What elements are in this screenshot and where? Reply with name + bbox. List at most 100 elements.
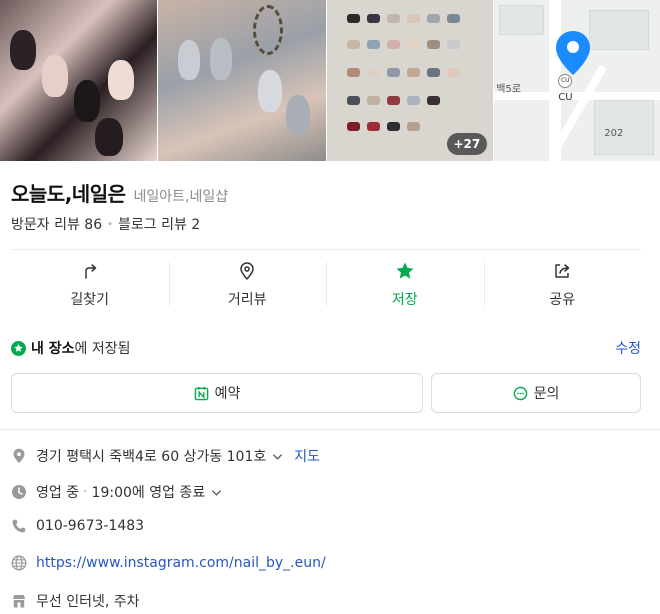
street-view-button[interactable]: 거리뷰 xyxy=(168,250,327,320)
map-road-label: 백5로 xyxy=(496,84,522,95)
chevron-down-icon[interactable] xyxy=(272,451,283,462)
saved-status-text: 에 저장됨 xyxy=(74,341,131,357)
nail-decoration xyxy=(74,80,100,122)
naver-booking-icon xyxy=(194,386,208,400)
nail-tip xyxy=(446,14,460,23)
nail-tip xyxy=(426,40,440,49)
section-divider xyxy=(0,429,660,430)
address-text: 경기 평택시 죽백4로 60 상가동 101호 xyxy=(36,449,267,465)
nail-tip xyxy=(366,96,380,105)
nail-decoration xyxy=(209,38,232,80)
inquiry-button[interactable]: 문의 xyxy=(431,373,641,413)
business-hours: 19:00에 영업 종료 xyxy=(91,485,206,501)
map-store-label: CU xyxy=(558,92,573,103)
reserve-button[interactable]: 예약 xyxy=(11,373,423,413)
save-button[interactable]: 저장 xyxy=(326,250,484,320)
clock-icon xyxy=(12,485,26,499)
gallery-photo-3[interactable]: +27 xyxy=(326,0,494,161)
chevron-down-icon[interactable] xyxy=(211,487,222,498)
nail-tip xyxy=(346,14,360,23)
hours-row: 영업 중 · 19:00에 영업 종료 xyxy=(11,482,651,502)
saved-star-badge-icon xyxy=(11,340,26,356)
reserve-label: 예약 xyxy=(214,386,241,402)
map-block-number: 202 xyxy=(604,128,624,139)
save-label: 저장 xyxy=(391,292,418,308)
nail-tip xyxy=(406,40,420,49)
amenities-text: 무선 인터넷, 주차 xyxy=(36,594,140,610)
nail-tip xyxy=(426,14,440,23)
nail-tip xyxy=(346,122,360,131)
nail-tip xyxy=(386,40,400,49)
separator-dot: • xyxy=(107,218,114,230)
nail-tip xyxy=(366,40,380,49)
cu-store-badge: CU xyxy=(558,74,573,88)
store-icon xyxy=(13,595,25,608)
nail-tip xyxy=(386,68,400,77)
place-title-row: 오늘도,네일은 네일아트,네일샵 xyxy=(11,178,228,207)
street-view-label: 거리뷰 xyxy=(227,292,267,308)
saved-list-name: 내 장소 xyxy=(31,341,75,357)
photo-gallery[interactable]: +27 백5로 202 CU CU xyxy=(0,0,660,161)
location-pin-icon xyxy=(556,31,591,75)
globe-icon xyxy=(11,555,27,571)
map-link[interactable]: 지도 xyxy=(294,446,320,466)
nail-decoration xyxy=(257,70,282,112)
nail-decoration xyxy=(42,55,68,97)
directions-label: 길찾기 xyxy=(70,292,110,308)
visitor-reviews-link[interactable]: 방문자 리뷰 86 xyxy=(11,214,102,234)
location-icon xyxy=(13,448,25,463)
nail-tip xyxy=(366,122,380,131)
nail-decoration xyxy=(95,118,123,156)
place-name: 오늘도,네일은 xyxy=(11,182,126,206)
nail-tip xyxy=(406,68,420,77)
business-status: 영업 중 xyxy=(36,485,80,501)
review-counts: 방문자 리뷰 86 • 블로그 리뷰 2 xyxy=(11,214,200,234)
nail-decoration xyxy=(285,95,310,135)
nail-decoration xyxy=(10,30,36,70)
gallery-photo-2[interactable] xyxy=(157,0,326,161)
inquiry-label: 문의 xyxy=(533,386,560,402)
directions-icon xyxy=(85,264,96,279)
directions-button[interactable]: 길찾기 xyxy=(11,250,169,320)
hair-tie-decoration xyxy=(252,5,283,55)
place-category: 네일아트,네일샵 xyxy=(133,189,229,205)
nail-tip xyxy=(446,40,460,49)
share-label: 공유 xyxy=(549,292,576,308)
nail-tip xyxy=(406,14,420,23)
website-row: https://www.instagram.com/nail_by_.eun/ xyxy=(11,555,651,571)
map-block xyxy=(594,100,655,155)
nail-decoration xyxy=(177,40,200,80)
nail-tip xyxy=(406,122,420,131)
nail-tip xyxy=(386,96,400,105)
phone-number[interactable]: 010-9673-1483 xyxy=(36,518,144,534)
more-photos-badge[interactable]: +27 xyxy=(446,133,488,155)
nail-tip xyxy=(366,14,380,23)
action-bar: 길찾기 거리뷰 저장 공유 xyxy=(11,250,641,320)
website-link[interactable]: https://www.instagram.com/nail_by_.eun/ xyxy=(36,555,326,571)
blog-reviews-link[interactable]: 블로그 리뷰 2 xyxy=(118,214,200,234)
phone-icon xyxy=(12,519,26,533)
saved-status-row: 내 장소 에 저장됨 수정 xyxy=(11,338,641,358)
amenities-row: 무선 인터넷, 주차 xyxy=(11,591,651,611)
nail-decoration xyxy=(108,60,134,100)
map-block xyxy=(499,5,545,35)
nail-tip xyxy=(346,40,360,49)
nail-tip xyxy=(446,68,460,77)
nail-tip xyxy=(386,122,400,131)
chat-bubble-icon xyxy=(513,386,527,400)
map-thumbnail[interactable]: 백5로 202 CU CU xyxy=(494,0,660,161)
separator-dot: · xyxy=(83,484,88,500)
gallery-photo-1[interactable] xyxy=(0,0,157,161)
nail-tip xyxy=(346,68,360,77)
nail-tip xyxy=(426,96,440,105)
nail-tip xyxy=(426,68,440,77)
map-block xyxy=(589,10,650,50)
share-icon xyxy=(555,264,570,278)
edit-saved-link[interactable]: 수정 xyxy=(615,338,641,358)
share-button[interactable]: 공유 xyxy=(483,250,642,320)
nail-tip xyxy=(346,96,360,105)
address-row: 경기 평택시 죽백4로 60 상가동 101호 지도 xyxy=(11,446,651,466)
nail-tip xyxy=(386,14,400,23)
nail-tip xyxy=(406,96,420,105)
star-icon xyxy=(396,262,414,279)
